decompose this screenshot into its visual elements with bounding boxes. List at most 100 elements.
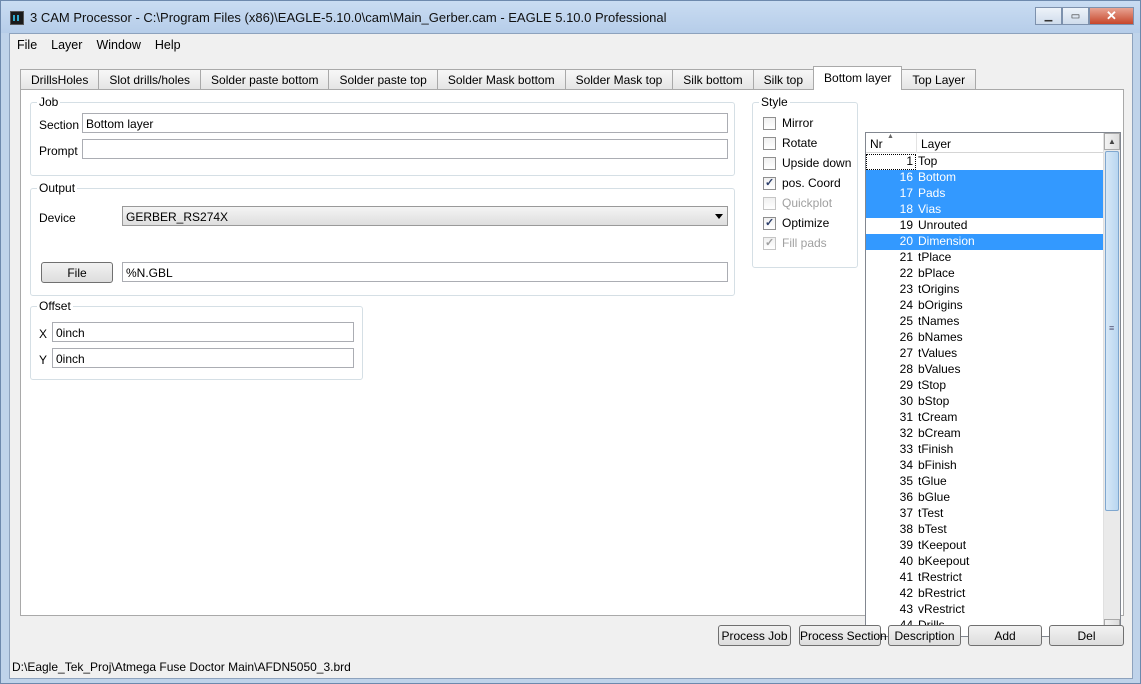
layer-row[interactable]: 39 tKeepout	[866, 538, 1104, 554]
prompt-input[interactable]	[82, 139, 728, 159]
layer-row[interactable]: 26 bNames	[866, 330, 1104, 346]
layer-number: 24	[899, 298, 913, 312]
layer-row[interactable]: 18 Vias	[866, 202, 1104, 218]
upside-down-checkbox[interactable]: Upside down	[763, 155, 851, 171]
offset-x-input[interactable]: 0inch	[52, 322, 354, 342]
scroll-up-icon[interactable]: ▲	[1104, 133, 1120, 150]
layer-number: 23	[899, 282, 913, 296]
layer-row[interactable]: 20 Dimension	[866, 234, 1104, 250]
layer-row[interactable]: 37 tTest	[866, 506, 1104, 522]
tab-silk-top[interactable]: Silk top	[752, 69, 815, 90]
layer-row[interactable]: 22 bPlace	[866, 266, 1104, 282]
output-group: Output Device GERBER_RS274X File %N.GBL	[30, 181, 735, 296]
description-button[interactable]: Description	[888, 625, 961, 646]
layer-name: tValues	[918, 346, 958, 360]
tab-silk-bottom[interactable]: Silk bottom	[672, 69, 754, 90]
layer-name: vRestrict	[918, 602, 965, 616]
layer-row[interactable]: 24 bOrigins	[866, 298, 1104, 314]
tab-top-layer[interactable]: Top Layer	[901, 69, 977, 90]
menu-layer[interactable]: Layer	[44, 34, 89, 56]
tab-panel: Job Section Bottom layer Prompt Output D…	[20, 89, 1124, 637]
offset-y-input[interactable]: 0inch	[52, 348, 354, 368]
pos-coord-checkbox[interactable]: pos. Coord	[763, 175, 841, 191]
tab-drillsholes[interactable]: DrillsHoles	[20, 69, 100, 90]
process-job-button[interactable]: Process Job	[718, 625, 791, 646]
layer-number: 39	[899, 538, 913, 552]
tab-solder-mask-top[interactable]: Solder Mask top	[564, 69, 674, 90]
checkbox-box[interactable]	[763, 136, 776, 150]
column-header-nr[interactable]: Nr ▲	[866, 133, 917, 153]
checkbox-box[interactable]	[763, 156, 776, 170]
file-button[interactable]: File	[41, 262, 113, 283]
layer-row[interactable]: 19 Unrouted	[866, 218, 1104, 234]
checkbox-box[interactable]	[763, 216, 776, 230]
minimize-icon[interactable]: ▁	[1035, 7, 1062, 25]
layer-name: Unrouted	[918, 218, 968, 232]
device-select[interactable]: GERBER_RS274X	[122, 206, 728, 226]
layer-row[interactable]: 17 Pads	[866, 186, 1104, 202]
layer-number: 29	[899, 378, 913, 392]
column-header-layer[interactable]: Layer	[917, 133, 1104, 153]
layer-row[interactable]: 27 tValues	[866, 346, 1104, 362]
layer-list[interactable]: Nr ▲ Layer 1 Top 16 Bottom 17 Pads 18 Vias 19 Unr…	[865, 132, 1121, 637]
process-section-button[interactable]: Process Section	[799, 625, 887, 646]
layer-number: 18	[899, 202, 913, 216]
checkbox-box[interactable]	[763, 116, 776, 130]
checkbox-label: Rotate	[782, 136, 818, 150]
layer-number: 26	[899, 330, 913, 344]
layer-name: bFinish	[918, 458, 957, 472]
file-input[interactable]: %N.GBL	[122, 262, 728, 282]
layer-number: 28	[899, 362, 913, 376]
layer-name: bRestrict	[918, 586, 966, 600]
tab-bottom-layer[interactable]: Bottom layer	[813, 66, 903, 90]
layer-number: 43	[899, 602, 913, 616]
checkbox-box[interactable]	[763, 176, 776, 190]
tab-solder-paste-top[interactable]: Solder paste top	[328, 69, 438, 90]
layer-row[interactable]: 23 tOrigins	[866, 282, 1104, 298]
section-input[interactable]: Bottom layer	[82, 113, 728, 133]
tab-solder-paste-bottom[interactable]: Solder paste bottom	[200, 69, 330, 90]
layer-row[interactable]: 38 bTest	[866, 522, 1104, 538]
maximize-icon[interactable]: ▭	[1062, 7, 1089, 25]
layer-row[interactable]: 21 tPlace	[866, 250, 1104, 266]
menu-help[interactable]: Help	[148, 34, 188, 56]
layer-row[interactable]: 31 tCream	[866, 410, 1104, 426]
layer-row[interactable]: 29 tStop	[866, 378, 1104, 394]
layer-row[interactable]: 25 tNames	[866, 314, 1104, 330]
scrollbar-thumb[interactable]: ≡	[1105, 151, 1119, 511]
layer-row[interactable]: 30 bStop	[866, 394, 1104, 410]
layer-number: 25	[899, 314, 913, 328]
layer-row[interactable]: 36 bGlue	[866, 490, 1104, 506]
add-button[interactable]: Add	[968, 625, 1042, 646]
layer-row[interactable]: 1 Top	[866, 154, 1104, 170]
layer-list-header: Nr ▲ Layer	[866, 133, 1104, 153]
mirror-checkbox[interactable]: Mirror	[763, 115, 813, 131]
layer-row[interactable]: 28 bValues	[866, 362, 1104, 378]
menu-file[interactable]: File	[10, 34, 44, 56]
menu-window[interactable]: Window	[89, 34, 147, 56]
layer-row[interactable]: 40 bKeepout	[866, 554, 1104, 570]
layer-row[interactable]: 32 bCream	[866, 426, 1104, 442]
layer-row[interactable]: 33 tFinish	[866, 442, 1104, 458]
title-bar[interactable]: 3 CAM Processor - C:\Program Files (x86)…	[1, 1, 1140, 33]
tab-solder-mask-bottom[interactable]: Solder Mask bottom	[436, 69, 566, 90]
checkbox-label: Upside down	[782, 156, 852, 170]
layer-name: bStop	[918, 394, 950, 408]
layer-row[interactable]: 35 tGlue	[866, 474, 1104, 490]
layer-list-scrollbar[interactable]: ▲ ≡ ▼	[1103, 133, 1120, 636]
layer-row[interactable]: 43 vRestrict	[866, 602, 1104, 618]
checkbox-label: Quickplot	[782, 196, 833, 210]
layer-row[interactable]: 41 tRestrict	[866, 570, 1104, 586]
layer-name: tStop	[918, 378, 947, 392]
tab-slot-drills[interactable]: Slot drills/holes	[98, 69, 202, 90]
layer-row[interactable]: 16 Bottom	[866, 170, 1104, 186]
optimize-checkbox[interactable]: Optimize	[763, 215, 829, 231]
layer-number: 19	[899, 218, 913, 232]
close-icon[interactable]: ✕	[1089, 7, 1134, 25]
del-button[interactable]: Del	[1049, 625, 1124, 646]
layer-row[interactable]: 34 bFinish	[866, 458, 1104, 474]
section-tabs: DrillsHoles Slot drills/holes Solder pas…	[20, 66, 977, 90]
rotate-checkbox[interactable]: Rotate	[763, 135, 817, 151]
layer-number: 17	[899, 186, 913, 200]
layer-row[interactable]: 42 bRestrict	[866, 586, 1104, 602]
